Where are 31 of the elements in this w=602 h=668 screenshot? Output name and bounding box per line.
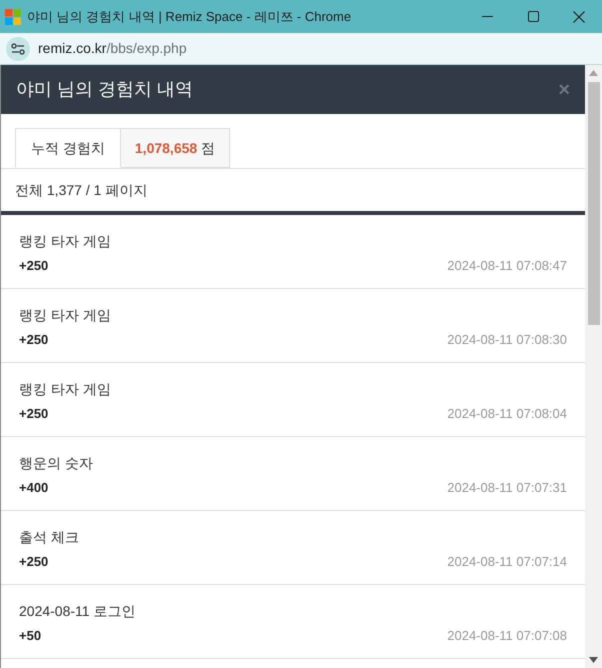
entry-title: 출석 체크 <box>19 528 79 547</box>
entry-title: 랭킹 타자 게임 <box>19 306 111 325</box>
points-value: +400 <box>19 479 48 497</box>
points-value: +250 <box>19 553 48 571</box>
app-icon <box>5 8 21 24</box>
scrollbar-thumb[interactable] <box>588 82 600 325</box>
window-title: 야미 님의 경험치 내역 | Remiz Space - 레미쯔 - Chrome <box>27 8 352 26</box>
url-text[interactable]: remiz.co.kr/bbs/exp.php <box>38 38 187 59</box>
timestamp: 2024-08-11 07:07:31 <box>447 479 567 497</box>
site-settings-icon[interactable] <box>6 36 30 60</box>
entry-title: 랭킹 타자 게임 <box>19 380 111 399</box>
close-icon <box>573 10 585 22</box>
points-value: +250 <box>19 405 48 423</box>
points-value: +50 <box>19 627 42 645</box>
scroll-down-icon[interactable] <box>589 657 598 663</box>
entry-title: 행운의 숫자 <box>19 454 93 473</box>
timestamp: 2024-08-11 07:08:04 <box>447 405 567 423</box>
page-summary: 전체 1,377 / 1 페이지 <box>15 180 148 200</box>
timestamp: 2024-08-11 07:08:30 <box>447 331 567 349</box>
entry-title: 랭킹 타자 게임 <box>19 232 111 251</box>
modal-title: 야미 님의 경험치 내역 <box>16 78 194 101</box>
timestamp: 2024-08-11 07:08:47 <box>447 257 567 275</box>
tab[interactable]: 1,078,658 점 <box>120 128 230 168</box>
maximize-icon <box>528 11 538 22</box>
points-value: +250 <box>19 331 48 349</box>
scrollbar[interactable] <box>585 65 602 668</box>
tab[interactable]: 누적 경험치 <box>15 128 121 168</box>
entry-title: 2024-08-11 로그인 <box>19 602 136 621</box>
timestamp: 2024-08-11 07:07:08 <box>447 627 567 645</box>
timestamp: 2024-08-11 07:07:14 <box>447 553 567 571</box>
points-value: +250 <box>19 257 48 275</box>
